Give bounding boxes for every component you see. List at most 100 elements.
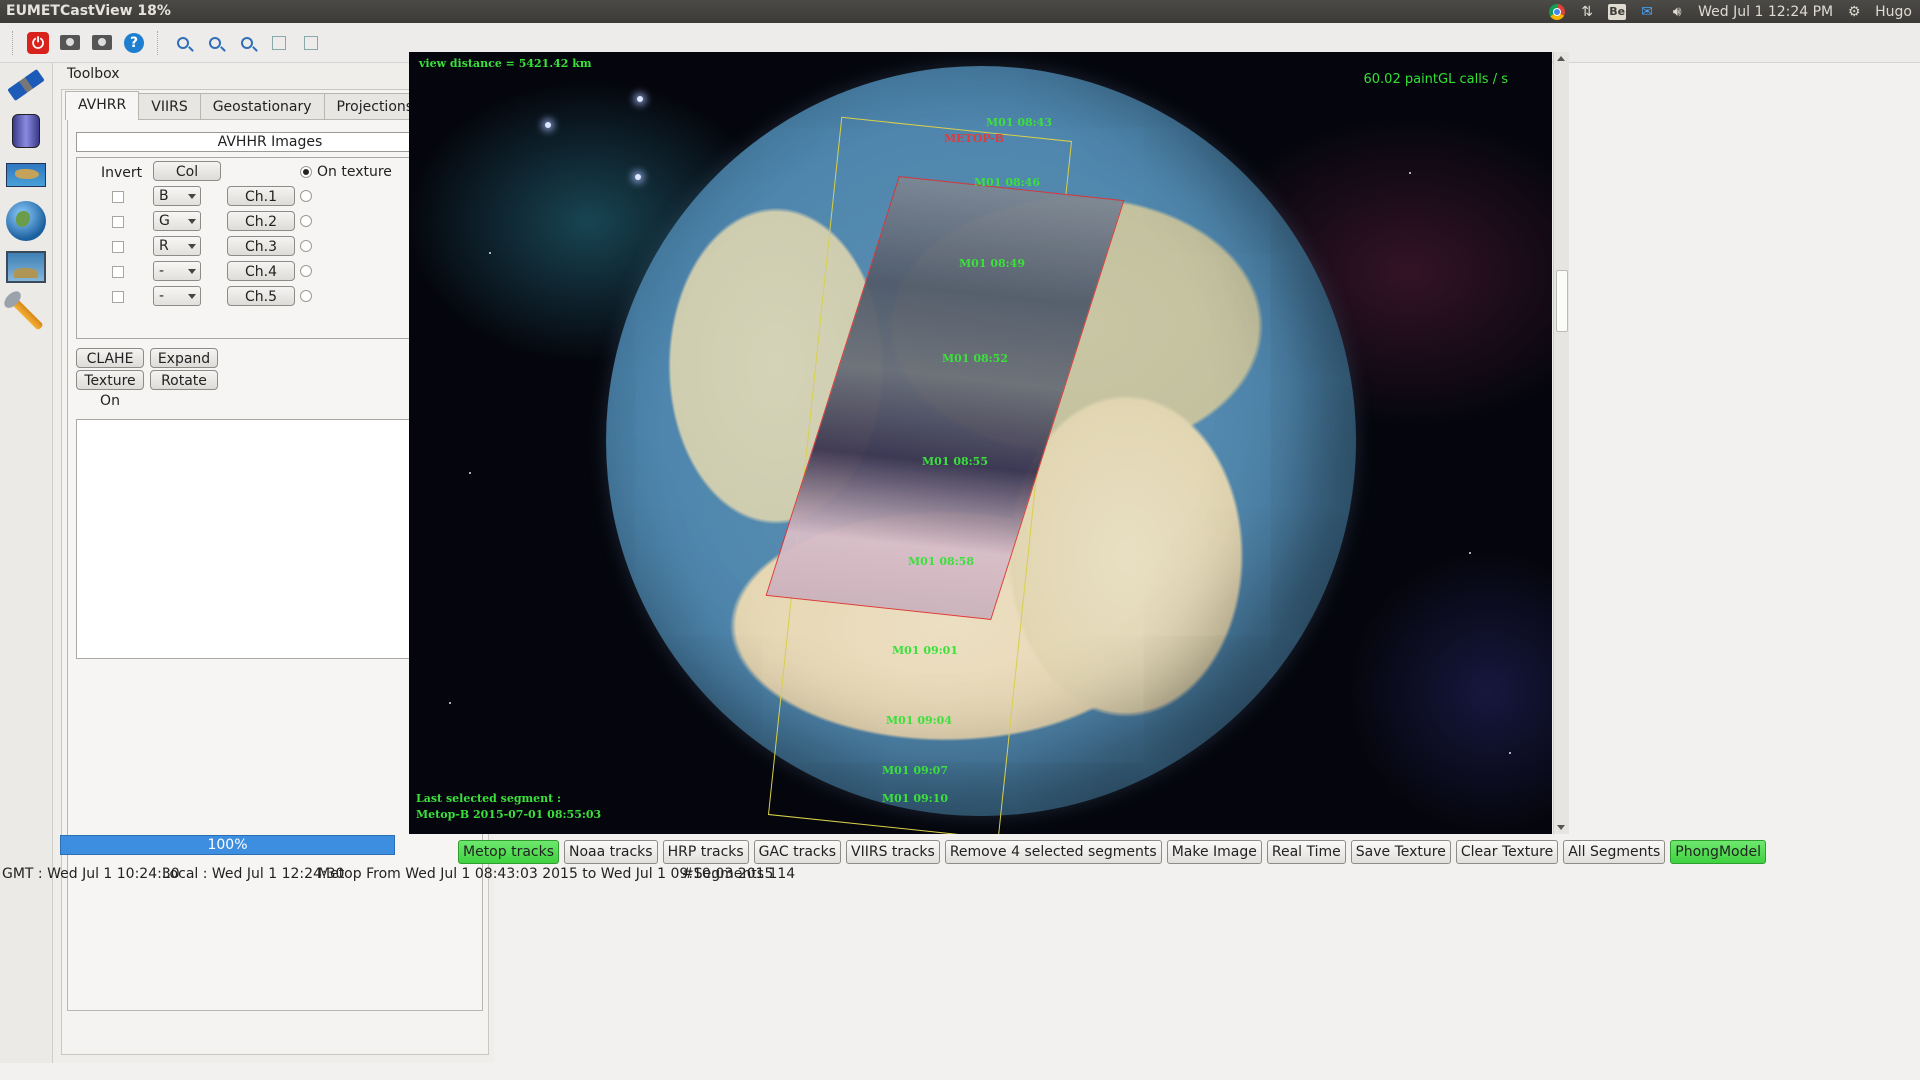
star xyxy=(545,122,551,128)
combo-value: R xyxy=(159,238,169,254)
wrench-icon[interactable] xyxy=(6,293,46,333)
star xyxy=(635,174,641,180)
zoom-icon xyxy=(177,36,189,49)
zoom-in-button[interactable] xyxy=(202,30,228,56)
ch4-button[interactable]: Ch.4 xyxy=(227,261,295,281)
star xyxy=(489,252,491,254)
expand-button[interactable]: Expand xyxy=(150,348,218,368)
ch1-button[interactable]: Ch.1 xyxy=(227,186,295,206)
combo-value: - xyxy=(159,263,165,279)
segment-label: M01 09:04 xyxy=(886,714,952,727)
star xyxy=(469,472,471,474)
star xyxy=(449,702,451,704)
segment-label: M01 09:07 xyxy=(882,764,948,777)
status-bar: GMT : Wed Jul 1 10:24:30 Local : Wed Jul… xyxy=(0,864,1920,884)
zoom-out-button[interactable] xyxy=(234,30,260,56)
invert-checkbox-1[interactable] xyxy=(112,191,124,203)
globe-icon[interactable] xyxy=(6,201,46,241)
ch5-radio[interactable] xyxy=(300,290,312,302)
image-preview-area xyxy=(76,419,464,659)
ch3-radio[interactable] xyxy=(300,240,312,252)
clahe-button[interactable]: CLAHE xyxy=(76,348,144,368)
cylinder-icon[interactable] xyxy=(6,111,46,151)
invert-checkbox-2[interactable] xyxy=(112,216,124,228)
satellite-label: METOP-B xyxy=(944,132,1004,145)
col-button[interactable]: Col xyxy=(153,161,221,181)
camera-button[interactable] xyxy=(57,30,83,56)
power-icon: ⏻ xyxy=(27,31,49,54)
noaa-tracks-button[interactable]: Noaa tracks xyxy=(564,840,658,864)
toolbar-grip xyxy=(12,30,15,55)
power-button[interactable]: ⏻ xyxy=(25,30,51,56)
mail-icon[interactable]: ✉ xyxy=(1638,3,1656,21)
help-button[interactable]: ? xyxy=(121,30,147,56)
viirs-tracks-button[interactable]: VIIRS tracks xyxy=(846,840,940,864)
segment-label: M01 08:52 xyxy=(942,352,1008,365)
color-combo-1[interactable]: B xyxy=(153,186,201,206)
ch5-button[interactable]: Ch.5 xyxy=(227,286,295,306)
picture-icon[interactable] xyxy=(6,247,46,287)
globe-view[interactable]: view distance = 5421.42 km 60.02 paintGL… xyxy=(409,52,1552,834)
scroll-up-icon[interactable] xyxy=(1557,56,1565,61)
ch2-button[interactable]: Ch.2 xyxy=(227,211,295,231)
save-texture-button[interactable]: Save Texture xyxy=(1350,840,1451,864)
help-icon: ? xyxy=(124,32,144,53)
invert-checkbox-5[interactable] xyxy=(112,291,124,303)
frame-icon xyxy=(272,35,286,50)
ch4-radio[interactable] xyxy=(300,265,312,277)
scrollbar-thumb[interactable] xyxy=(1556,270,1568,332)
screenshot-button[interactable] xyxy=(89,30,115,56)
ch3-button[interactable]: Ch.3 xyxy=(227,236,295,256)
color-combo-2[interactable]: G xyxy=(153,211,201,231)
phong-model-button[interactable]: PhongModel xyxy=(1670,840,1766,864)
remove-segments-button[interactable]: Remove 4 selected segments xyxy=(944,840,1162,864)
frame-button-2[interactable] xyxy=(298,30,324,56)
all-segments-button[interactable]: All Segments xyxy=(1563,840,1666,864)
color-combo-4[interactable]: - xyxy=(153,261,201,281)
user-name[interactable]: Hugo xyxy=(1875,4,1912,20)
star xyxy=(1469,552,1471,554)
be-icon[interactable]: Be xyxy=(1608,3,1627,20)
zoom-in-icon xyxy=(209,36,221,49)
tab-geostationary[interactable]: Geostationary xyxy=(199,93,325,120)
segment-label: M01 09:01 xyxy=(892,644,958,657)
color-combo-3[interactable]: R xyxy=(153,236,201,256)
screenshot-icon xyxy=(92,35,112,50)
clear-texture-button[interactable]: Clear Texture xyxy=(1455,840,1559,864)
star xyxy=(637,96,643,102)
chevron-down-icon xyxy=(188,194,196,199)
on-texture-radio[interactable] xyxy=(300,166,312,178)
invert-checkbox-4[interactable] xyxy=(112,266,124,278)
gac-tracks-button[interactable]: GAC tracks xyxy=(753,840,841,864)
system-top-panel: EUMETCastView 18% ⇅ Be ✉ 🔊︎ Wed Jul 1 12… xyxy=(0,0,1920,23)
chrome-icon[interactable] xyxy=(1548,3,1566,21)
segment-label: M01 08:55 xyxy=(922,455,988,468)
clock[interactable]: Wed Jul 1 12:24 PM xyxy=(1698,4,1833,20)
real-time-button[interactable]: Real Time xyxy=(1266,840,1346,864)
ch2-radio[interactable] xyxy=(300,215,312,227)
ch1-radio[interactable] xyxy=(300,190,312,202)
color-combo-5[interactable]: - xyxy=(153,286,201,306)
toolbar-separator xyxy=(157,30,160,55)
zoom-button[interactable] xyxy=(170,30,196,56)
rotate-button[interactable]: Rotate xyxy=(150,370,218,390)
invert-checkbox-3[interactable] xyxy=(112,241,124,253)
flat-map-icon[interactable] xyxy=(6,155,46,195)
star xyxy=(1409,172,1411,174)
gear-icon[interactable]: ⚙ xyxy=(1845,3,1863,21)
vertical-scrollbar[interactable] xyxy=(1553,52,1569,834)
volume-icon[interactable]: 🔊︎ xyxy=(1668,3,1686,21)
frame-icon xyxy=(304,35,318,50)
view-distance: view distance = 5421.42 km xyxy=(419,57,592,70)
frame-button-1[interactable] xyxy=(266,30,292,56)
tab-avhrr[interactable]: AVHRR xyxy=(65,91,140,120)
texture-on-button[interactable]: Texture On xyxy=(76,370,144,409)
hrp-tracks-button[interactable]: HRP tracks xyxy=(662,840,749,864)
last-selected-title: Last selected segment : xyxy=(416,792,562,805)
make-image-button[interactable]: Make Image xyxy=(1166,840,1262,864)
network-arrows-icon[interactable]: ⇅ xyxy=(1578,3,1596,21)
satellite-icon[interactable] xyxy=(6,65,46,105)
metop-tracks-button[interactable]: Metop tracks xyxy=(458,840,560,864)
tab-viirs[interactable]: VIIRS xyxy=(138,93,201,120)
scroll-down-icon[interactable] xyxy=(1557,825,1565,830)
